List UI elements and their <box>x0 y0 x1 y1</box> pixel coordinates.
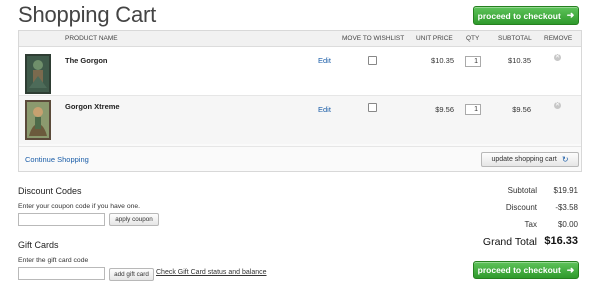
edit-link[interactable]: Edit <box>318 56 331 65</box>
page-title: Shopping Cart <box>18 2 157 27</box>
discount-value: -$3.58 <box>555 203 578 212</box>
cart-table: PRODUCT NAME MOVE TO WISHLIST UNIT PRICE… <box>18 30 582 172</box>
col-remove: REMOVE <box>544 35 573 42</box>
grand-total-label: Grand Total <box>482 236 537 248</box>
col-unit-price: UNIT PRICE <box>416 35 453 42</box>
qty-input[interactable]: 1 <box>465 56 481 67</box>
wishlist-checkbox[interactable] <box>368 56 377 65</box>
checkout-label: proceed to checkout <box>477 265 561 275</box>
product-name[interactable]: Gorgon Xtreme <box>65 102 120 111</box>
tax-value: $0.00 <box>557 220 578 229</box>
col-move-to-wishlist: MOVE TO WISHLIST <box>342 35 405 42</box>
coupon-input[interactable] <box>18 213 105 226</box>
col-qty: QTY <box>466 35 480 42</box>
table-row: Gorgon Xtreme Edit $9.56 1 $9.56 ✕ <box>19 96 581 144</box>
subtotal-value: $19.91 <box>553 186 578 195</box>
gift-card-balance-link[interactable]: Check Gift Card status and balance <box>156 269 267 276</box>
unit-price: $9.56 <box>435 105 454 114</box>
qty-input[interactable]: 1 <box>465 104 481 115</box>
update-cart-button[interactable]: update shopping cart ↻ <box>481 152 579 167</box>
remove-icon[interactable]: ✕ <box>554 102 561 109</box>
table-header: PRODUCT NAME MOVE TO WISHLIST UNIT PRICE… <box>19 31 581 47</box>
continue-shopping-link[interactable]: Continue Shopping <box>25 155 89 164</box>
checkout-button-bottom[interactable]: proceed to checkout ➜ <box>473 261 579 279</box>
refresh-icon: ↻ <box>561 155 569 164</box>
apply-coupon-button[interactable]: apply coupon <box>109 213 159 226</box>
gift-card-hint: Enter the gift card code <box>18 257 89 264</box>
row-subtotal: $9.56 <box>512 105 531 114</box>
row-divider <box>19 146 581 147</box>
discount-title: Discount Codes <box>18 186 82 196</box>
discount-hint: Enter your coupon code if you have one. <box>18 203 141 210</box>
tax-label: Tax <box>524 220 537 229</box>
product-name[interactable]: The Gorgon <box>65 56 108 65</box>
subtotal-label: Subtotal <box>507 186 537 195</box>
checkout-label: proceed to checkout <box>477 10 561 21</box>
product-thumbnail[interactable] <box>25 100 51 140</box>
gift-cards-title: Gift Cards <box>18 240 59 250</box>
product-thumbnail[interactable] <box>25 54 51 94</box>
update-cart-label: update shopping cart <box>491 156 557 163</box>
checkout-button-top[interactable]: proceed to checkout ➜ <box>473 6 579 25</box>
col-product-name: PRODUCT NAME <box>65 35 118 42</box>
table-row: The Gorgon Edit $10.35 1 $10.35 ✕ <box>19 47 581 95</box>
wishlist-checkbox[interactable] <box>368 103 377 112</box>
gift-card-input[interactable] <box>18 267 105 280</box>
remove-icon[interactable]: ✕ <box>554 54 561 61</box>
row-subtotal: $10.35 <box>508 56 531 65</box>
edit-link[interactable]: Edit <box>318 105 331 114</box>
add-gift-card-button[interactable]: add gift card <box>109 268 154 281</box>
arrow-right-icon: ➜ <box>566 10 575 20</box>
arrow-right-icon: ➜ <box>566 264 575 275</box>
col-subtotal: SUBTOTAL <box>498 35 532 42</box>
grand-total-value: $16.33 <box>544 235 578 247</box>
unit-price: $10.35 <box>431 56 454 65</box>
discount-label: Discount <box>505 203 537 212</box>
